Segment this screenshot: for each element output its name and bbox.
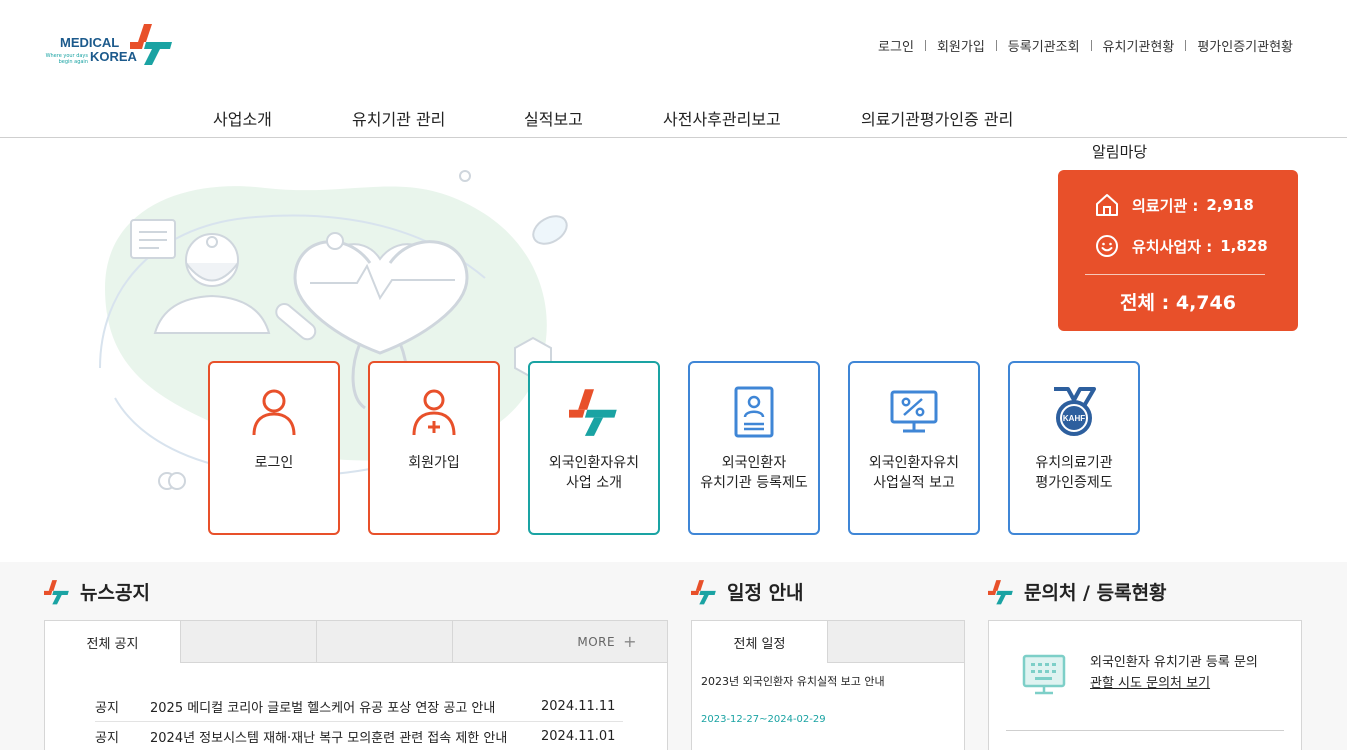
section-mark-icon — [988, 579, 1013, 604]
nav-accreditation-management[interactable]: 의료기관평가인증 관리 — [861, 106, 1013, 130]
tab-news-3[interactable] — [317, 621, 453, 663]
quick-performance-report-card[interactable]: 외국인환자유치 사업실적 보고 — [848, 361, 980, 535]
smile-icon — [1096, 235, 1118, 257]
site-header: MEDICAL KOREA Where your days begin agai… — [0, 0, 1347, 138]
stat-hospitals: 의료기관 : 2,918 — [1094, 192, 1254, 218]
quick-business-intro-label: 외국인환자유치 사업 소개 — [548, 455, 640, 491]
schedule-item-date: 2023-12-27~2024-02-29 — [701, 714, 826, 725]
contact-panel: 외국인환자 유치기관 등록 문의 관할 시도 문의처 보기 — [988, 620, 1302, 750]
logo-mark-icon — [130, 24, 172, 65]
stat-total-value: 4,746 — [1175, 292, 1236, 314]
nav-performance-report[interactable]: 실적보고 — [524, 106, 583, 130]
quick-signup-card[interactable]: 회원가입 — [368, 361, 500, 535]
news-item-date: 2024.11.11 — [541, 699, 616, 714]
quick-accreditation-card[interactable]: KAHF 유치의료기관 평가인증제도 — [1008, 361, 1140, 535]
tab-news-2[interactable] — [181, 621, 317, 663]
divider — [924, 40, 926, 51]
quick-login-card[interactable]: 로그인 — [208, 361, 340, 535]
tab-all-schedule[interactable]: 전체 일정 — [692, 621, 828, 663]
medical-korea-logo[interactable]: MEDICAL KOREA Where your days begin agai… — [44, 22, 176, 68]
quick-registration-system-label: 외국인환자 유치기관 등록제도 — [700, 455, 808, 491]
stat-hospitals-label: 의료기관 : — [1132, 196, 1199, 215]
tab-all-notices[interactable]: 전체 공지 — [45, 621, 181, 663]
quick-performance-report-label: 외국인환자유치 사업실적 보고 — [868, 455, 960, 491]
news-item-date: 2024.11.01 — [541, 729, 616, 744]
schedule-panel: 전체 일정 2023년 외국인환자 유치실적 보고 안내 2023-12-27~… — [691, 620, 965, 750]
schedule-tabs: 전체 일정 — [692, 621, 964, 663]
news-category: 공지 — [95, 701, 119, 716]
divider — [1185, 40, 1187, 51]
util-signup-link[interactable]: 회원가입 — [937, 36, 985, 55]
contact-description: 외국인환자 유치기관 등록 문의 — [1090, 655, 1258, 670]
news-more-button[interactable]: MORE + — [453, 621, 667, 663]
user-plus-icon — [370, 385, 498, 439]
registration-stats-panel: 의료기관 : 2,918 유치사업자 : 1,828 전체 : 4,746 — [1058, 170, 1298, 331]
section-mark-icon — [691, 579, 716, 604]
news-list-item[interactable]: 공지 2024년 정보시스템 재해·재난 복구 모의훈련 관련 접속 제한 안내… — [95, 722, 623, 750]
quick-business-intro-card[interactable]: 외국인환자유치 사업 소개 — [528, 361, 660, 535]
util-login-link[interactable]: 로그인 — [878, 36, 914, 55]
nav-pre-post-report[interactable]: 사전사후관리보고 — [663, 106, 781, 130]
kahf-text: KAHF — [1063, 414, 1085, 423]
stat-agencies-label: 유치사업자 : — [1132, 237, 1213, 256]
quick-registration-system-card[interactable]: 외국인환자 유치기관 등록제도 — [688, 361, 820, 535]
stat-hospitals-value: 2,918 — [1206, 196, 1254, 214]
news-panel: 전체 공지 MORE + 공지 2025 메디컬 코리아 글로벌 헬스케어 유공… — [44, 620, 668, 750]
keypad-monitor-icon — [1022, 654, 1066, 695]
news-item-title[interactable]: 2025 메디컬 코리아 글로벌 헬스케어 유공 포상 연장 공고 안내 — [150, 697, 525, 716]
divider — [1006, 730, 1284, 731]
user-icon — [210, 385, 338, 439]
contact-title-text: 문의처 / 등록현황 — [1024, 582, 1167, 604]
util-registered-search-link[interactable]: 등록기관조회 — [1008, 36, 1080, 55]
quick-signup-label: 회원가입 — [408, 455, 460, 471]
news-tabs: 전체 공지 MORE + — [45, 621, 667, 663]
divider — [1090, 40, 1092, 51]
news-list-item[interactable]: 공지 2025 메디컬 코리아 글로벌 헬스케어 유공 포상 연장 공고 안내 … — [95, 692, 623, 722]
more-label: MORE — [577, 634, 616, 649]
divider — [995, 40, 997, 51]
schedule-item-title[interactable]: 2023년 외국인환자 유치실적 보고 안내 — [701, 673, 885, 689]
news-item-title[interactable]: 2024년 정보시스템 재해·재난 복구 모의훈련 관련 접속 제한 안내 — [150, 727, 525, 746]
contact-link[interactable]: 관할 시도 문의처 보기 — [1090, 673, 1258, 694]
medical-korea-mark-icon — [530, 385, 658, 439]
schedule-section-title: 일정 안내 — [691, 578, 804, 605]
monitor-percent-icon — [850, 385, 978, 439]
contact-section-title: 문의처 / 등록현황 — [988, 578, 1167, 605]
nav-agency-management[interactable]: 유치기관 관리 — [352, 106, 445, 130]
schedule-title-text: 일정 안내 — [727, 582, 804, 604]
news-category: 공지 — [95, 731, 119, 746]
utility-menu: 로그인 회원가입 등록기관조회 유치기관현황 평가인증기관현황 — [878, 36, 1293, 55]
stat-agencies-value: 1,828 — [1220, 237, 1268, 255]
id-card-icon — [690, 385, 818, 439]
logo-tagline: Where your days begin again — [45, 53, 88, 65]
util-certified-status-link[interactable]: 평가인증기관현황 — [1197, 36, 1293, 55]
quick-accreditation-label: 유치의료기관 평가인증제도 — [1035, 455, 1113, 491]
divider — [1085, 274, 1265, 275]
nav-business-intro[interactable]: 사업소개 — [213, 106, 272, 130]
logo-text-medical: MEDICAL — [60, 35, 120, 50]
main-navigation: 사업소개 유치기관 관리 실적보고 사전사후관리보고 의료기관평가인증 관리 — [0, 106, 1347, 130]
quick-login-label: 로그인 — [254, 455, 294, 471]
home-icon — [1096, 194, 1118, 216]
stat-total: 전체 : 4,746 — [1058, 288, 1298, 315]
plus-icon: + — [623, 632, 637, 651]
section-mark-icon — [44, 579, 69, 604]
hero-illustration — [99, 170, 568, 490]
util-agency-status-link[interactable]: 유치기관현황 — [1103, 36, 1175, 55]
notice-section-label[interactable]: 알림마당 — [1092, 141, 1147, 162]
contact-info: 외국인환자 유치기관 등록 문의 관할 시도 문의처 보기 — [1090, 652, 1258, 694]
news-section-title: 뉴스공지 — [44, 578, 150, 605]
kahf-medal-icon: KAHF — [1010, 385, 1138, 439]
news-title-text: 뉴스공지 — [80, 582, 150, 604]
stat-agencies: 유치사업자 : 1,828 — [1094, 233, 1268, 259]
stat-total-label: 전체 : — [1120, 292, 1170, 314]
tab-schedule-blank[interactable] — [828, 621, 964, 663]
